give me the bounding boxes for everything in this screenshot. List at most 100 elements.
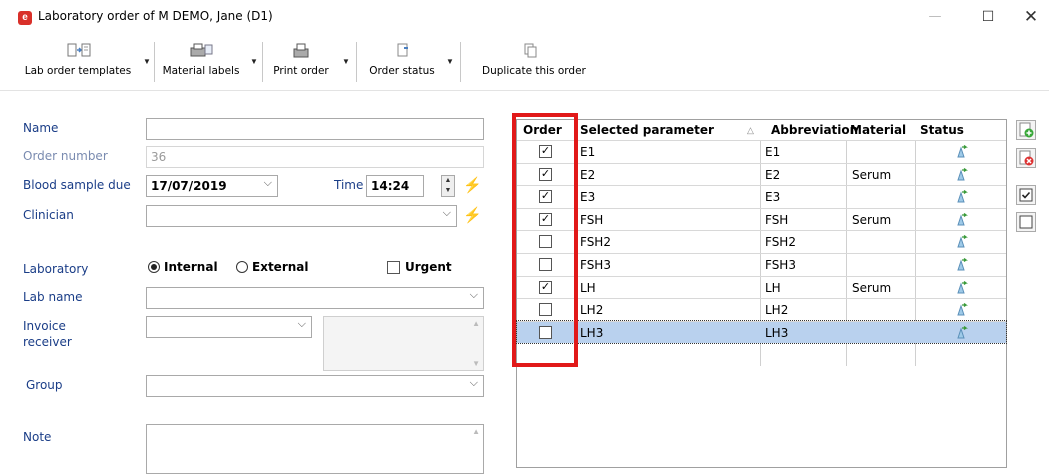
table-row[interactable]: ✓ E3 E3 bbox=[517, 185, 1006, 207]
lab-name-dropdown[interactable]: ⌵ bbox=[146, 287, 484, 309]
col-header-material[interactable]: Material bbox=[850, 120, 906, 140]
abbreviation-cell: FSH3 bbox=[765, 258, 796, 272]
lightning-icon[interactable]: ⚡ bbox=[463, 206, 482, 224]
note-textarea[interactable]: ▲ bbox=[146, 424, 484, 474]
abbreviation-cell: E2 bbox=[765, 167, 781, 182]
printer-labels-icon bbox=[190, 43, 213, 57]
scroll-down-icon: ▼ bbox=[472, 359, 480, 368]
close-button[interactable]: ✕ bbox=[1008, 4, 1049, 30]
status-icon[interactable] bbox=[954, 325, 968, 340]
uncheck-all-icon bbox=[1019, 215, 1033, 229]
table-row[interactable]: ✓ LH LH Serum bbox=[517, 275, 1006, 298]
note-label: Note bbox=[23, 430, 52, 444]
invoice-label: Invoice bbox=[23, 319, 66, 333]
uncheck-all-button[interactable] bbox=[1016, 212, 1036, 232]
add-parameter-button[interactable] bbox=[1016, 120, 1036, 140]
status-dropdown-arrow[interactable]: ▼ bbox=[446, 57, 454, 66]
parameter-cell: LH2 bbox=[580, 303, 604, 318]
lab-order-templates-button[interactable]: Lab order templates bbox=[18, 42, 138, 82]
parameter-cell: FSH bbox=[580, 212, 604, 227]
abbreviation-cell: FSH2 bbox=[765, 235, 796, 250]
material-cell: Serum bbox=[852, 167, 892, 182]
col-header-status[interactable]: Status bbox=[920, 120, 964, 140]
lab-name-label: Lab name bbox=[23, 290, 83, 304]
status-icon[interactable] bbox=[954, 235, 968, 249]
print-dropdown-arrow[interactable]: ▼ bbox=[342, 57, 350, 66]
laboratory-label: Laboratory bbox=[23, 262, 89, 276]
duplicate-order-button[interactable]: Duplicate this order bbox=[482, 42, 586, 82]
abbreviation-cell: LH3 bbox=[765, 325, 789, 340]
lightning-icon[interactable]: ⚡ bbox=[463, 176, 482, 194]
parameters-grid[interactable]: Order Selected parameter △ Abbreviation … bbox=[516, 119, 1007, 468]
sort-asc-icon: △ bbox=[747, 125, 754, 135]
group-dropdown[interactable]: ⌵ bbox=[146, 375, 484, 397]
scroll-up-icon: ▲ bbox=[472, 427, 480, 436]
parameter-cell: FSH2 bbox=[580, 235, 611, 250]
clinician-dropdown[interactable]: ⌵ bbox=[146, 205, 457, 227]
radio-external[interactable]: External bbox=[236, 260, 308, 274]
remove-parameter-button[interactable] bbox=[1016, 148, 1036, 168]
receiver-label: receiver bbox=[23, 335, 72, 349]
invoice-receiver-dropdown[interactable]: ⌵ bbox=[146, 316, 312, 338]
status-icon[interactable] bbox=[954, 258, 968, 272]
status-icon[interactable] bbox=[954, 167, 968, 182]
chevron-down-icon: ⌵ bbox=[297, 318, 306, 330]
table-row[interactable]: ✓ FSH FSH Serum bbox=[517, 207, 1006, 230]
time-label: Time bbox=[334, 178, 364, 192]
table-row[interactable]: ✓ E1 E1 bbox=[517, 140, 1006, 162]
parameter-cell: LH bbox=[580, 280, 596, 295]
abbreviation-cell: LH2 bbox=[765, 303, 789, 318]
abbreviation-cell: FSH bbox=[765, 212, 789, 227]
minimize-button[interactable]: — bbox=[912, 4, 958, 30]
window-title: Laboratory order of M DEMO, Jane (D1) bbox=[38, 9, 273, 23]
table-row[interactable]: ✓ E2 E2 Serum bbox=[517, 162, 1006, 185]
print-order-button[interactable]: Print order bbox=[266, 42, 336, 82]
status-icon[interactable] bbox=[954, 280, 968, 295]
maximize-button[interactable]: ☐ bbox=[965, 4, 1011, 30]
status-icon[interactable] bbox=[954, 212, 968, 227]
templates-dropdown-arrow[interactable]: ▼ bbox=[143, 57, 151, 66]
parameter-cell: LH3 bbox=[580, 325, 604, 340]
material-cell: Serum bbox=[852, 212, 892, 227]
material-labels-button[interactable]: Material labels bbox=[160, 42, 242, 82]
material-cell bbox=[850, 254, 914, 276]
duplicate-icon bbox=[524, 43, 537, 58]
status-icon[interactable] bbox=[954, 145, 968, 159]
abbreviation-cell: E3 bbox=[765, 190, 781, 205]
duplicate-order-label: Duplicate this order bbox=[482, 65, 586, 77]
toolbar-separator bbox=[460, 42, 461, 82]
blood-sample-date-picker[interactable]: 17/07/2019 ⌵ bbox=[146, 175, 278, 197]
col-header-parameter[interactable]: Selected parameter bbox=[580, 120, 714, 140]
check-all-button[interactable] bbox=[1016, 185, 1036, 205]
invoice-receiver-details: ▲ ▼ bbox=[323, 316, 484, 371]
urgent-checkbox[interactable] bbox=[387, 261, 400, 274]
order-status-button[interactable]: Order status bbox=[364, 42, 440, 82]
time-field[interactable]: 14:24 bbox=[366, 175, 424, 197]
status-icon[interactable] bbox=[954, 303, 968, 317]
lab-order-templates-label: Lab order templates bbox=[24, 65, 132, 77]
col-header-abbreviation[interactable]: Abbreviation bbox=[771, 120, 858, 140]
clinician-label: Clinician bbox=[23, 208, 74, 222]
parameter-cell: E2 bbox=[580, 167, 596, 182]
table-row[interactable]: FSH3 FSH3 bbox=[517, 253, 1006, 275]
radio-unselected-icon bbox=[236, 261, 248, 273]
time-spinner[interactable]: ▲ ▼ bbox=[441, 175, 455, 197]
labels-dropdown-arrow[interactable]: ▼ bbox=[250, 57, 258, 66]
name-field[interactable] bbox=[146, 118, 484, 140]
add-icon bbox=[1019, 122, 1034, 138]
table-row[interactable]: LH3 LH3 bbox=[516, 319, 1007, 344]
toolbar-separator bbox=[356, 42, 357, 82]
radio-internal[interactable]: Internal bbox=[148, 260, 218, 274]
parameter-cell: FSH3 bbox=[580, 258, 611, 272]
table-row[interactable]: LH2 LH2 bbox=[517, 298, 1006, 320]
app-logo-icon: e bbox=[18, 11, 32, 25]
material-cell bbox=[850, 322, 914, 344]
toolbar: Lab order templates ▼ Material labels ▼ … bbox=[0, 34, 1049, 90]
printer-icon bbox=[293, 43, 309, 58]
material-cell bbox=[850, 299, 914, 321]
table-row[interactable]: FSH2 FSH2 bbox=[517, 230, 1006, 252]
toolbar-divider bbox=[0, 90, 1049, 91]
status-icon[interactable] bbox=[954, 190, 968, 204]
toolbar-separator bbox=[154, 42, 155, 82]
chevron-down-icon: ⌵ bbox=[469, 289, 478, 301]
